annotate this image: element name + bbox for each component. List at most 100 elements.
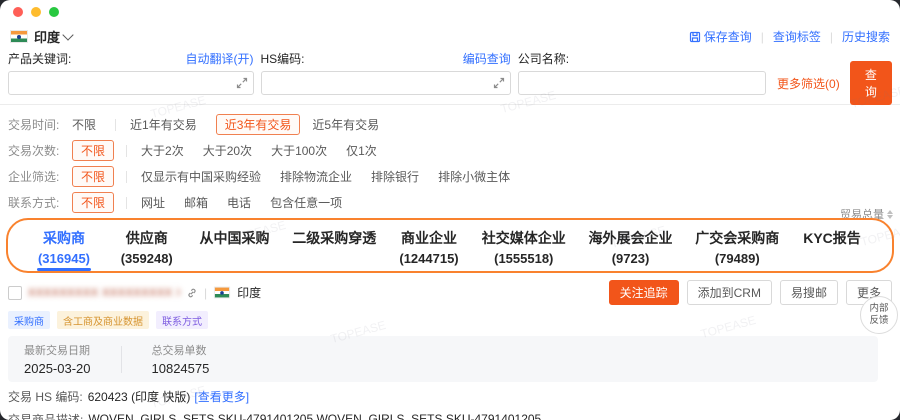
company-name-redacted[interactable]: XXXXXXXXX XXXXXXXXX XXXXXXX XXXXXXX [28, 287, 180, 299]
tab-kyc-report[interactable]: KYC报告 [802, 228, 862, 266]
filter-option-selected[interactable]: 不限 [72, 166, 114, 187]
hs-code-value: 620423 (印度 快版) [88, 388, 191, 405]
tag-buyer: 采购商 [8, 311, 50, 329]
search-button[interactable]: 查询 [850, 61, 892, 105]
filter-label: 交易时间: [8, 116, 72, 133]
filter-option[interactable]: 近1年有交易 [130, 116, 197, 133]
india-flag-icon [214, 287, 230, 299]
link-icon[interactable] [186, 287, 198, 299]
divider [115, 119, 116, 131]
tab-social-media-companies[interactable]: 社交媒体企业 (1555518) [482, 228, 566, 266]
filter-option[interactable]: 排除小微主体 [438, 168, 510, 185]
divider [126, 145, 127, 157]
save-query-label: 保存查询 [704, 28, 752, 45]
yisoumail-button[interactable]: 易搜邮 [780, 280, 838, 305]
filter-option[interactable]: 仅显示有中国采购经验 [141, 168, 261, 185]
internal-feedback-button[interactable]: 内部 反馈 [860, 296, 898, 334]
tab-overseas-exhibition-companies[interactable]: 海外展会企业 (9723) [589, 228, 673, 266]
tag-business-data: 含工商及商业数据 [57, 311, 149, 329]
tab-canton-fair-buyers[interactable]: 广交会采购商 (79489) [695, 228, 779, 266]
tab-buyers[interactable]: 采购商 (316945) [34, 228, 94, 266]
tab-suppliers[interactable]: 供应商 (359248) [117, 228, 177, 266]
company-country: 印度 [237, 284, 261, 301]
filter-label: 联系方式: [8, 194, 72, 211]
filter-label: 企业筛选: [8, 168, 72, 185]
save-icon [689, 31, 701, 43]
row-checkbox[interactable] [8, 286, 22, 300]
view-more-link[interactable]: [查看更多] [194, 388, 249, 405]
hs-code-row-label: 交易 HS 编码: [8, 388, 83, 405]
code-query-link[interactable]: 编码查询 [463, 50, 511, 67]
divider: | [204, 286, 207, 300]
product-desc-value: WOVEN_GIRLS_SETS SKU-4791401205 WOVEN_GI… [88, 411, 541, 420]
expand-icon[interactable] [493, 77, 505, 89]
header-links: 保存查询 | 查询标签 | 历史搜索 [689, 28, 890, 45]
tab-buy-from-china[interactable]: 从中国采购 [200, 228, 270, 266]
divider [126, 197, 127, 209]
divider [126, 171, 127, 183]
divider: | [761, 30, 764, 44]
filter-option[interactable]: 大于100次 [271, 142, 327, 159]
total-orders-value: 10824575 [152, 361, 210, 376]
company-name-input[interactable] [518, 71, 766, 95]
company-name-label: 公司名称: [518, 50, 569, 67]
app-window: TOPEASE TOPEASE TOPEASE TOPEASE TOPEASE … [0, 0, 900, 420]
expand-icon[interactable] [236, 77, 248, 89]
tag-contact-info: 联系方式 [156, 311, 208, 329]
filter-option[interactable]: 仅1次 [346, 142, 377, 159]
product-keyword-input[interactable] [8, 71, 254, 95]
filter-option[interactable]: 电话 [227, 194, 251, 211]
filter-option[interactable]: 大于2次 [141, 142, 184, 159]
filter-option[interactable]: 排除物流企业 [280, 168, 352, 185]
history-search-link[interactable]: 历史搜索 [842, 28, 890, 45]
filter-option[interactable]: 大于20次 [203, 142, 252, 159]
india-flag-icon [10, 30, 28, 43]
feedback-label-line1: 内部 [869, 303, 888, 315]
filter-panel: 交易时间: 不限 近1年有交易 近3年有交易 近5年有交易 交易次数: 不限 大… [0, 105, 900, 213]
hs-code-label: HS编码: [261, 50, 305, 67]
window-minimize-button[interactable] [31, 7, 41, 17]
query-tags-link[interactable]: 查询标签 [773, 28, 821, 45]
filter-option[interactable]: 邮箱 [184, 194, 208, 211]
feedback-label-line2: 反馈 [869, 315, 888, 327]
tab-second-level-penetration[interactable]: 二级采购穿透 [292, 228, 376, 266]
filter-option[interactable]: 不限 [72, 116, 96, 133]
add-to-crm-button[interactable]: 添加到CRM [687, 280, 772, 305]
trade-stats: 最新交易日期 2025-03-20 总交易单数 10824575 [8, 336, 878, 382]
divider: | [830, 30, 833, 44]
save-query-link[interactable]: 保存查询 [689, 28, 752, 45]
latest-trade-date-value: 2025-03-20 [24, 361, 91, 376]
result-tabs: 采购商 (316945) 供应商 (359248) 从中国采购 二级采购穿透 商… [6, 218, 894, 273]
hs-code-input[interactable] [261, 71, 511, 95]
query-tags-label: 查询标签 [773, 28, 821, 45]
filter-row-contact-method: 联系方式: 不限 网址 邮箱 电话 包含任意一项 [8, 192, 892, 213]
filter-option-selected[interactable]: 不限 [72, 140, 114, 161]
divider [121, 346, 122, 373]
filter-option[interactable]: 网址 [141, 194, 165, 211]
window-titlebar [0, 0, 900, 24]
tab-commercial-companies[interactable]: 商业企业 (1244715) [399, 228, 459, 266]
follow-track-button[interactable]: 关注追踪 [609, 280, 679, 305]
page-header: 印度 保存查询 | 查询标签 | 历史搜索 [0, 24, 900, 48]
chevron-down-icon[interactable] [62, 29, 73, 40]
filter-option[interactable]: 排除银行 [371, 168, 419, 185]
window-maximize-button[interactable] [49, 7, 59, 17]
total-orders-label: 总交易单数 [152, 342, 210, 358]
filter-option-selected[interactable]: 不限 [72, 192, 114, 213]
more-filters-link[interactable]: 更多筛选(0) [777, 75, 840, 92]
filter-row-company-filter: 企业筛选: 不限 仅显示有中国采购经验 排除物流企业 排除银行 排除小微主体 [8, 166, 892, 187]
result-tabs-highlight: 采购商 (316945) 供应商 (359248) 从中国采购 二级采购穿透 商… [6, 218, 894, 273]
history-search-label: 历史搜索 [842, 28, 890, 45]
window-close-button[interactable] [13, 7, 23, 17]
filter-option[interactable]: 包含任意一项 [270, 194, 342, 211]
filter-option[interactable]: 近5年有交易 [312, 116, 379, 133]
product-desc-label: 交易商品描述: [8, 411, 83, 420]
filter-label: 交易次数: [8, 142, 72, 159]
auto-translate-toggle[interactable]: 自动翻译(开) [186, 50, 254, 67]
latest-trade-date-label: 最新交易日期 [24, 342, 91, 358]
search-bar: 产品关键词: 自动翻译(开) HS编码: 编码查询 公司名称: [0, 48, 900, 95]
filter-row-trade-count: 交易次数: 不限 大于2次 大于20次 大于100次 仅1次 [8, 140, 892, 161]
product-keyword-label: 产品关键词: [8, 50, 71, 67]
filter-option-selected[interactable]: 近3年有交易 [216, 114, 301, 135]
result-card: XXXXXXXXX XXXXXXXXX XXXXXXX XXXXXXX | 印度… [0, 273, 900, 420]
